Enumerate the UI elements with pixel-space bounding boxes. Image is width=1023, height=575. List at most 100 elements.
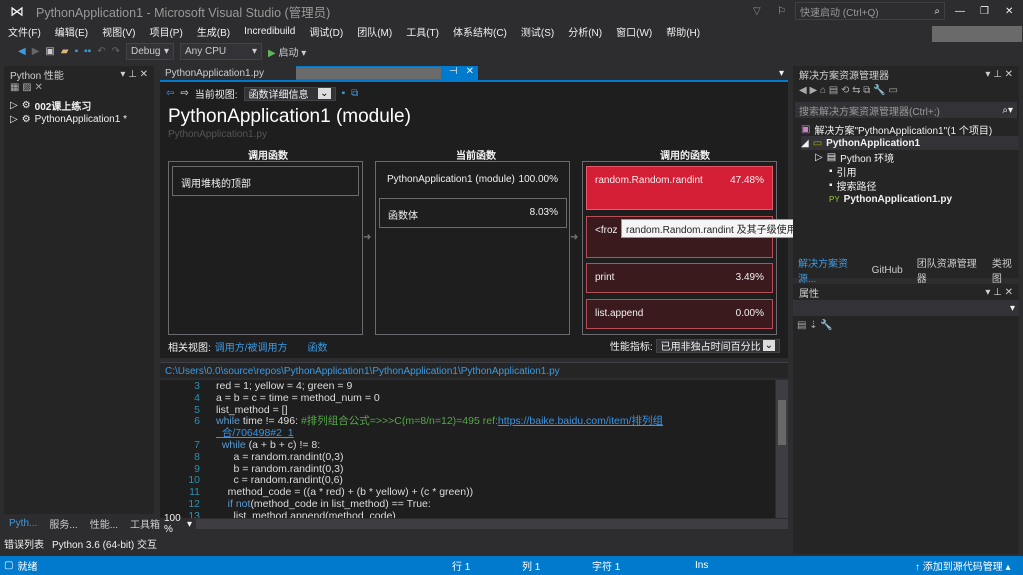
filter-icon[interactable]: ▽ [753,6,761,17]
solution-search-input[interactable]: 搜索解决方案资源管理器(Ctrl+;) ⌕▾ [795,102,1017,118]
new-project-icon[interactable]: ▣ [45,46,54,57]
status-icon: ▢ [4,560,14,571]
search-icon: ⌕ [934,5,940,17]
export-icon[interactable]: ⧉ [351,88,358,99]
menu-item[interactable]: 测试(S) [521,24,554,39]
bottom-tab[interactable]: Python 3.6 (64-bit) 交互 [52,536,157,551]
solution-icon: ▣ [801,123,811,135]
panel-controls[interactable]: ▾ ⊥ ✕ [985,69,1013,80]
close-button[interactable]: ✕ [1005,6,1013,17]
solution-tab[interactable]: 解决方案资源... [793,255,863,285]
title-bar: ⋈ PythonApplication1 - Microsoft Visual … [0,0,1023,22]
performance-report: ⇦ ⇨ 当前视图: 函数详细信息 ⌄ ▪ ⧉ PythonApplication1 (… [160,82,908,358]
code-line: 13 list_method.append(method_code) [188,509,396,518]
solution-tab[interactable]: GitHub [867,265,908,276]
solution-tabs: 解决方案资源... GitHub 团队资源管理器 类视图 [793,259,1023,285]
menu-item[interactable]: 项目(P) [149,24,182,39]
callee-function[interactable]: list.append 0.00% [586,299,773,329]
open-icon[interactable]: ▰ [61,46,69,57]
horizontal-scrollbar[interactable] [196,519,788,529]
close-tab-icon[interactable]: ✕ [466,66,474,80]
tree-item-environments[interactable]: ▷ ▤ Python 环境 [801,150,1019,165]
platform-select[interactable]: Any CPU ▾ [179,42,262,60]
menu-item[interactable]: 工具(T) [406,24,439,39]
tab-pythonapplication1-py[interactable]: PythonApplication1.py [160,68,269,79]
tree-item[interactable]: ▷ ⚙ 002课上练习 [10,98,154,113]
back-icon[interactable]: ⇦ [166,88,174,99]
callee-function[interactable]: random.Random.randint 47.48% [586,166,773,210]
pin-icon[interactable]: ⊣ [449,66,458,80]
project-node[interactable]: ◢ ▭ PythonApplication1 [801,136,1019,150]
tab-overflow-icon[interactable]: ▾ [779,68,784,79]
python-performance-panel: Python 性能 ▾ ⊥ ✕ ▦ ▨ ✕ ▷ ⚙ 002课上练习 ▷ ⚙ PythonA… [4,66,154,514]
menu-item[interactable]: 生成(B) [197,24,230,39]
code-link[interactable]: https://baike.baidu.com/item/排列组 [498,415,663,427]
solution-tab[interactable]: 团队资源管理器 [912,255,983,285]
solution-explorer: 解决方案资源管理器 ▾ ⊥ ✕ ◀ ▶ ⌂ ▤ ⟲ ⇆ ⧉ 🔧 ▭ 搜索解决方案资… [793,66,1019,278]
solution-node[interactable]: ▣ 解决方案"PythonApplication1"(1 个项目) [801,122,1019,137]
tab-performance-report[interactable]: ⊣ ✕ [296,66,478,80]
solution-tab[interactable]: 类视图 [987,255,1023,285]
feedback-icon[interactable]: ⚐ [777,6,786,17]
code-editor[interactable]: 3 red = 1; yellow = 4; green = 94a = b = … [160,380,775,518]
current-panel [375,161,570,335]
save-all-icon[interactable]: ▪▪ [84,46,91,57]
menu-item[interactable]: 编辑(E) [55,24,88,39]
menu-item[interactable]: 团队(M) [357,24,392,39]
properties-object-select[interactable]: ▾ [793,300,1019,316]
minimize-button[interactable]: — [955,6,965,17]
back-icon[interactable]: ◀ [18,46,26,57]
caller-function[interactable]: 调用堆栈的顶部 [172,166,359,196]
panel-controls[interactable]: ▾ ⊥ ✕ [985,287,1013,298]
panel-header: Python 性能 ▾ ⊥ ✕ [10,68,148,82]
tree-item-search-paths[interactable]: ▪ 搜索路径 [801,178,1019,193]
menu-item[interactable]: 调试(D) [309,24,343,39]
window-title: PythonApplication1 - Microsoft Visual St… [36,5,331,20]
account-area[interactable] [932,26,1022,42]
python-project-icon: ▭ [812,137,823,149]
add-to-source-control-button[interactable]: ↑ 添加到源代码管理 ▴ [915,558,1011,573]
function-body[interactable]: 函数体 8.03% [379,198,567,228]
left-tab[interactable]: 性能... [84,515,124,531]
start-button[interactable]: ▶ 启动 ▾ [268,44,306,59]
play-icon: ▶ [267,47,276,59]
save-icon[interactable]: ▪ [75,46,79,57]
config-select[interactable]: Debug ▾ [125,42,174,60]
menu-item[interactable]: 视图(V) [102,24,135,39]
forward-icon[interactable]: ▶ [32,46,40,57]
status-bar: ▢ 就绪 行 1 列 1 字符 1 Ins ↑ 添加到源代码管理 ▴ [0,556,1023,575]
tree-item[interactable]: ▷ ⚙ PythonApplication1 * [10,112,154,126]
restore-button[interactable]: ❐ [980,6,989,17]
properties-toolbar[interactable]: ▤ ⇣ 🔧 [793,316,1019,335]
vertical-scrollbar[interactable] [776,380,788,518]
redo-icon[interactable]: ↷ [112,46,120,57]
bottom-tab[interactable]: 错误列表 [4,536,44,551]
callee-function[interactable]: print 3.49% [586,263,773,293]
menu-item[interactable]: Incredibuild [244,26,295,37]
menu-item[interactable]: 文件(F) [8,24,41,39]
python-file-icon: PY [829,194,840,204]
forward-icon[interactable]: ⇨ [180,88,188,99]
tree-item-references[interactable]: ▪ 引用 [801,164,1019,179]
function-file: PythonApplication1.py [168,129,267,140]
menu-item[interactable]: 帮助(H) [666,24,700,39]
current-view-select[interactable]: 函数详细信息 ⌄ [243,86,336,101]
left-tab[interactable]: Pyth... [4,517,43,529]
link-callers-callees[interactable]: 调用方/被调用方 [215,339,288,354]
quick-launch-input[interactable]: 快速启动 (Ctrl+Q) ⌕ [795,2,945,20]
search-icon: ⌕▾ [1002,104,1013,116]
panel-controls[interactable]: ▾ ⊥ ✕ [120,69,148,80]
session-icon: ⚙ [21,113,31,125]
undo-icon[interactable]: ↶ [97,46,105,57]
link-functions[interactable]: 函数 [308,339,328,354]
menu-item[interactable]: 分析(N) [568,24,602,39]
zoom-select[interactable]: 100 % ▾ [160,513,196,535]
code-link[interactable]: 合/706498#2_1 [216,427,294,439]
current-function: PythonApplication1 (module) 100.00% [387,174,558,185]
metric-select[interactable]: 已用非独占时间百分比 ⌄ [655,338,780,353]
save-icon[interactable]: ▪ [342,88,346,99]
menu-item[interactable]: 窗口(W) [616,24,652,39]
left-tab[interactable]: 服务... [44,515,83,531]
tree-item-file[interactable]: PY PythonApplication1.py [801,192,1019,206]
menu-item[interactable]: 体系结构(C) [453,24,507,39]
